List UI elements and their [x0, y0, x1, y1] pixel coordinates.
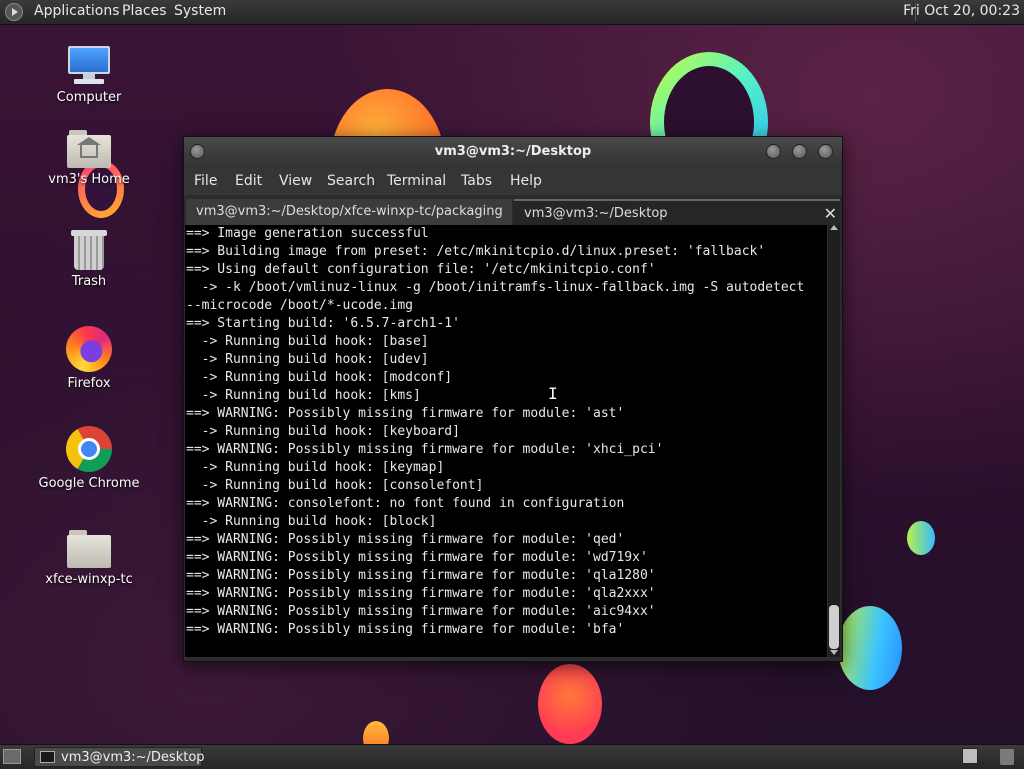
- terminal-line: ==> WARNING: Possibly missing firmware f…: [186, 442, 664, 457]
- bottom-panel: vm3@vm3:~/Desktop: [0, 744, 1024, 769]
- window-title: vm3@vm3:~/Desktop: [434, 144, 592, 159]
- clock[interactable]: Fri Oct 20, 00:23: [903, 3, 1020, 19]
- terminal-line: ==> WARNING: Possibly missing firmware f…: [186, 550, 648, 565]
- computer-icon: [66, 46, 112, 86]
- chrome-icon: [66, 426, 112, 472]
- terminal-line: -> Running build hook: [udev]: [186, 352, 429, 367]
- terminal-line: ==> Building image from preset: /etc/mki…: [186, 244, 766, 259]
- wallpaper-shape: [838, 606, 902, 690]
- desktop-icon-firefox[interactable]: Firefox: [34, 326, 144, 391]
- workspace-switcher[interactable]: [962, 748, 978, 764]
- terminal-line: -> Running build hook: [base]: [186, 334, 429, 349]
- terminal-line: ==> WARNING: consolefont: no font found …: [186, 496, 625, 511]
- mouse-ibeam-cursor-icon: I: [548, 384, 558, 403]
- terminal-menubar: File Edit View Search Terminal Tabs Help: [184, 167, 842, 195]
- terminal-line: --microcode /boot/*-ucode.img: [186, 298, 413, 313]
- terminal-line: -> Running build hook: [kms]: [186, 388, 421, 403]
- tab-label: vm3@vm3:~/Desktop/xfce-winxp-tc/packagin…: [196, 204, 503, 219]
- desktop-icon-label: Firefox: [67, 376, 111, 391]
- terminal-tabbar: vm3@vm3:~/Desktop/xfce-winxp-tc/packagin…: [184, 199, 842, 225]
- menu-tabs[interactable]: Tabs: [461, 173, 492, 189]
- menu-applications[interactable]: Applications: [34, 3, 120, 19]
- menu-edit[interactable]: Edit: [235, 173, 262, 189]
- tab-close-icon[interactable]: ✕: [824, 201, 837, 225]
- tab-label: vm3@vm3:~/Desktop: [524, 206, 668, 221]
- menu-places[interactable]: Places: [122, 3, 167, 19]
- menu-system[interactable]: System: [174, 3, 226, 19]
- terminal-line: -> Running build hook: [block]: [186, 514, 437, 529]
- show-desktop-icon[interactable]: [3, 749, 21, 764]
- desktop-icon-trash[interactable]: Trash: [34, 228, 144, 289]
- terminal-line: ==> WARNING: Possibly missing firmware f…: [186, 406, 625, 421]
- desktop-icon-label: Trash: [71, 274, 107, 289]
- taskbar-button-terminal[interactable]: vm3@vm3:~/Desktop: [34, 747, 205, 767]
- desktop-icon-label: xfce-winxp-tc: [45, 572, 133, 587]
- desktop-icon-computer[interactable]: Computer: [34, 46, 144, 105]
- maximize-button[interactable]: [792, 144, 807, 159]
- desktop-icon-label: vm3's Home: [48, 172, 130, 187]
- terminal-line: -> Running build hook: [keyboard]: [186, 424, 460, 439]
- firefox-icon: [66, 326, 112, 372]
- desktop-icon-xfce-winxp-tc[interactable]: xfce-winxp-tc: [34, 530, 144, 587]
- terminal-line: ==> WARNING: Possibly missing firmware f…: [186, 532, 625, 547]
- terminal-line: -> Running build hook: [keymap]: [186, 460, 445, 475]
- taskbar-button-label: vm3@vm3:~/Desktop: [61, 750, 205, 765]
- top-panel: Applications Places System Fri Oct 20, 0…: [0, 0, 1024, 25]
- terminal-line: ==> Using default configuration file: '/…: [186, 262, 656, 277]
- terminal-line: ==> WARNING: Possibly missing firmware f…: [186, 586, 656, 601]
- folder-icon: [67, 530, 111, 568]
- terminal-line: -> Running build hook: [modconf]: [186, 370, 453, 385]
- home-folder-icon: [67, 130, 111, 168]
- menu-file[interactable]: File: [194, 173, 217, 189]
- scroll-thumb[interactable]: [829, 605, 839, 649]
- terminal-scrollbar[interactable]: [828, 225, 840, 657]
- menu-search[interactable]: Search: [327, 173, 375, 189]
- scroll-down-icon[interactable]: [830, 650, 838, 655]
- menu-help[interactable]: Help: [510, 173, 542, 189]
- desktop-icon-chrome[interactable]: Google Chrome: [34, 426, 144, 491]
- menu-terminal[interactable]: Terminal: [387, 173, 446, 189]
- desktop-icon-home[interactable]: vm3's Home: [34, 130, 144, 187]
- terminal-line: ==> WARNING: Possibly missing firmware f…: [186, 604, 656, 619]
- menu-view[interactable]: View: [279, 173, 312, 189]
- scroll-up-icon[interactable]: [830, 225, 838, 230]
- terminal-line: ==> WARNING: Possibly missing firmware f…: [186, 568, 656, 583]
- terminal-line: ==> Starting build: '6.5.7-arch1-1': [186, 316, 460, 331]
- terminal-window: vm3@vm3:~/Desktop File Edit View Search …: [183, 136, 843, 662]
- terminal-output[interactable]: ==> Image generation successful ==> Build…: [185, 225, 827, 657]
- applications-menu-icon[interactable]: [5, 3, 23, 21]
- terminal-line: ==> Image generation successful: [186, 226, 429, 241]
- terminal-line: ==> WARNING: Possibly missing firmware f…: [186, 622, 625, 637]
- trash-icon: [71, 228, 107, 270]
- terminal-line: -> -k /boot/vmlinuz-linux -g /boot/initr…: [186, 280, 805, 295]
- minimize-button[interactable]: [766, 144, 781, 159]
- terminal-icon: [40, 751, 55, 763]
- trash-applet-icon[interactable]: [1000, 749, 1014, 765]
- wallpaper-shape: [907, 521, 935, 555]
- window-titlebar[interactable]: vm3@vm3:~/Desktop: [184, 137, 842, 167]
- desktop-icon-label: Google Chrome: [38, 476, 140, 491]
- desktop-icon-label: Computer: [56, 90, 122, 105]
- tab-packaging[interactable]: vm3@vm3:~/Desktop/xfce-winxp-tc/packagin…: [186, 199, 512, 225]
- tab-desktop[interactable]: vm3@vm3:~/Desktop ✕: [514, 199, 840, 225]
- close-button[interactable]: [818, 144, 833, 159]
- wallpaper-shape: [538, 664, 602, 744]
- terminal-line: -> Running build hook: [consolefont]: [186, 478, 484, 493]
